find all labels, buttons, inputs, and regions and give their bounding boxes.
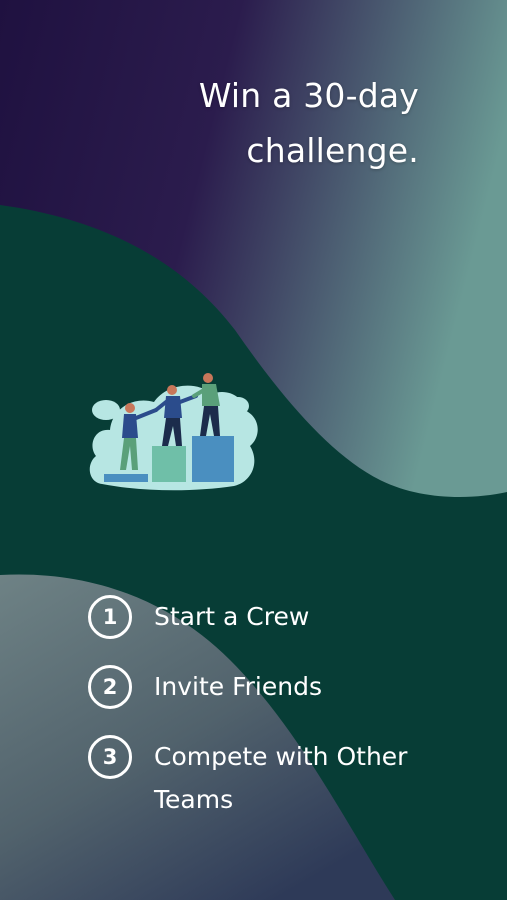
team-climbing-steps-icon bbox=[89, 373, 258, 491]
step-number-badge: 2 bbox=[88, 665, 132, 709]
step-label: Compete with Other Teams bbox=[154, 742, 408, 814]
step-number-badge: 3 bbox=[88, 735, 132, 779]
step-number-badge: 1 bbox=[88, 595, 132, 639]
step-label: Invite Friends bbox=[154, 672, 322, 701]
headline-line-2: challenge. bbox=[246, 131, 419, 170]
step-item-1: 1 Start a Crew bbox=[88, 595, 488, 639]
headline-line-1: Win a 30-day bbox=[198, 76, 419, 115]
onboarding-screen: Win a 30-day challenge. 1 Start a Crew 2… bbox=[0, 0, 507, 900]
steps-list: 1 Start a Crew 2 Invite Friends 3 Compet… bbox=[88, 595, 488, 847]
headline: Win a 30-day challenge. bbox=[119, 68, 419, 178]
step-item-2: 2 Invite Friends bbox=[88, 665, 488, 709]
step-label: Start a Crew bbox=[154, 602, 310, 631]
step-item-3: 3 Compete with Other Teams bbox=[88, 735, 488, 821]
